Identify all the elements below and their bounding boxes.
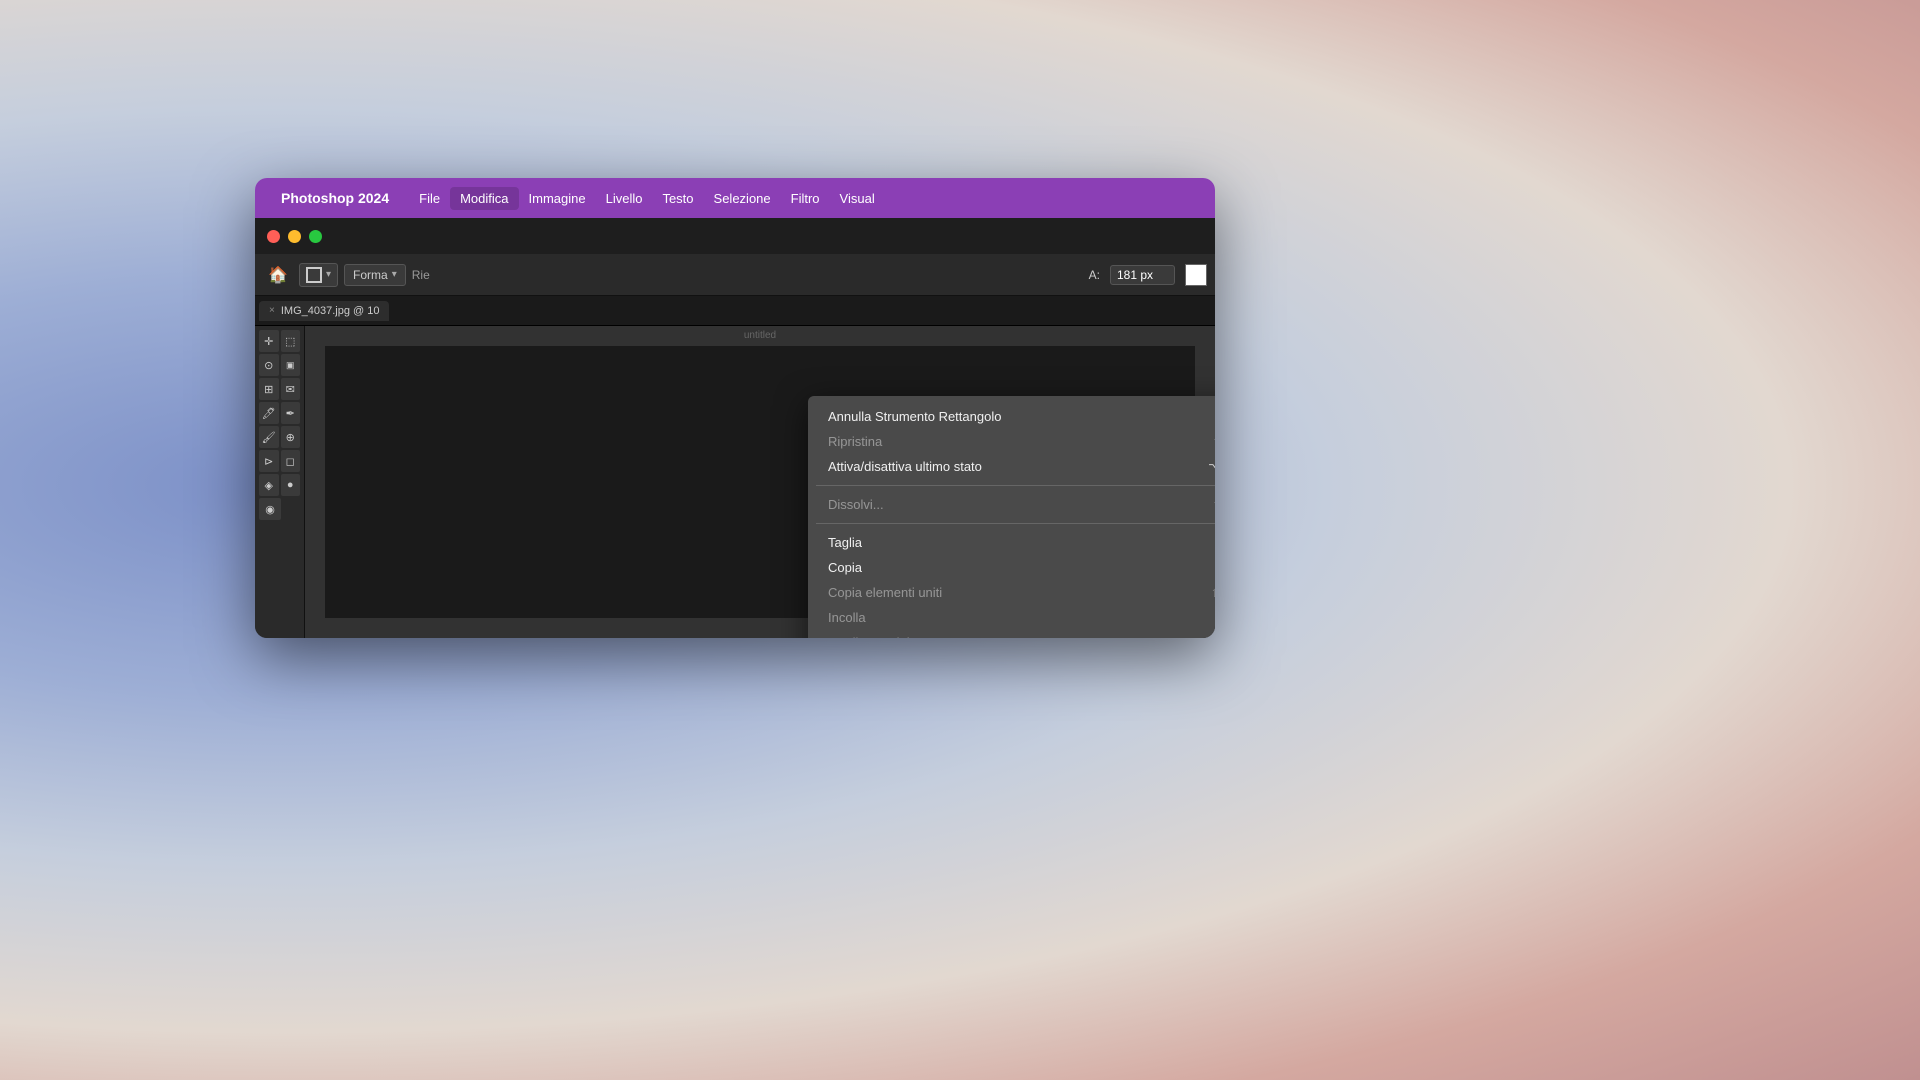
toolbar: 🏠 ▾ Forma ▾ Rie A: 181 px (255, 254, 1215, 296)
forma-dropdown[interactable]: Forma ▾ (344, 264, 406, 286)
copia-label: Copia (828, 560, 862, 575)
move-tool[interactable]: ✛ (259, 330, 279, 352)
riem-label: Rie (412, 268, 430, 282)
tab-label: IMG_4037.jpg @ 10 (281, 305, 380, 317)
a-value-input[interactable]: 181 px (1110, 265, 1175, 285)
heal-tool[interactable]: ✒ (281, 402, 301, 424)
modifica-dropdown: Annulla Strumento Rettangolo ⌘ Z Riprist… (808, 396, 1215, 638)
tool-row-8: ◉ (259, 498, 300, 520)
incolla-speciale-label: Incolla speciale (828, 635, 917, 638)
shape-rect-icon (306, 267, 322, 283)
menu-section-2: Dissolvi... ⇧ ⌘ F (808, 490, 1215, 519)
minimize-button[interactable] (288, 230, 301, 243)
menu-file[interactable]: File (409, 187, 450, 210)
lasso-tool[interactable]: ⊙ (259, 354, 279, 376)
menu-ripristina: Ripristina ⇧ ⌘ Z (812, 429, 1215, 454)
fullscreen-button[interactable] (309, 230, 322, 243)
incolla-label: Incolla (828, 610, 866, 625)
window-controls-row (255, 218, 1215, 254)
history-brush-tool[interactable]: ⊳ (259, 450, 279, 472)
menu-copia[interactable]: Copia ⌘ C (812, 555, 1215, 580)
color-picker[interactable] (1185, 264, 1207, 286)
crop-tool[interactable]: ⊞ (259, 378, 279, 400)
tab-img4037[interactable]: × IMG_4037.jpg @ 10 (259, 301, 389, 321)
ripristina-shortcut: ⇧ ⌘ Z (1212, 435, 1215, 449)
menu-filtro[interactable]: Filtro (781, 187, 830, 210)
app-title: Photoshop 2024 (281, 190, 389, 206)
menu-immagine[interactable]: Immagine (519, 187, 596, 210)
menu-livello[interactable]: Livello (596, 187, 653, 210)
eraser-tool[interactable]: ◻ (281, 450, 301, 472)
taglia-label: Taglia (828, 535, 862, 550)
menu-section-3: Taglia ⌘ X Copia ⌘ C Copia elementi unit… (808, 528, 1215, 638)
tool-row-6: ⊳ ◻ (259, 450, 300, 472)
menu-attiva[interactable]: Attiva/disattiva ultimo stato ⌥ ⌘ Z (812, 454, 1215, 479)
tab-close-icon[interactable]: × (269, 305, 275, 316)
menu-incolla: Incolla ⌘ V (812, 605, 1215, 630)
annulla-label: Annulla Strumento Rettangolo (828, 409, 1001, 424)
menu-testo[interactable]: Testo (652, 187, 703, 210)
shape-selector[interactable]: ▾ (299, 263, 338, 287)
canvas-label: untitled (744, 330, 776, 341)
menu-section-1: Annulla Strumento Rettangolo ⌘ Z Riprist… (808, 402, 1215, 481)
menu-selezione[interactable]: Selezione (704, 187, 781, 210)
tool-row-1: ✛ ⬚ (259, 330, 300, 352)
fill-tool[interactable]: ◈ (259, 474, 279, 496)
dissolvi-shortcut: ⇧ ⌘ F (1212, 498, 1215, 512)
menu-incolla-speciale: Incolla speciale › (812, 630, 1215, 638)
app-window: Photoshop 2024 File Modifica Immagine Li… (255, 178, 1215, 638)
menu-copia-uniti: Copia elementi uniti ⇧ ⌘ C (812, 580, 1215, 605)
brush-tool[interactable]: 🖌 (259, 426, 279, 448)
dropper-tool[interactable]: ● (281, 474, 301, 496)
eyedropper-tool[interactable]: 🖊 (259, 402, 279, 424)
tool-row-7: ◈ ● (259, 474, 300, 496)
titlebar: Photoshop 2024 File Modifica Immagine Li… (255, 178, 1215, 218)
menu-visual[interactable]: Visual (830, 187, 885, 210)
menu-modifica[interactable]: Modifica (450, 187, 518, 210)
ripristina-label: Ripristina (828, 434, 882, 449)
attiva-shortcut: ⌥ ⌘ Z (1208, 460, 1215, 474)
tool-row-5: 🖌 ⊕ (259, 426, 300, 448)
menubar: File Modifica Immagine Livello Testo Sel… (409, 187, 1203, 210)
menu-taglia[interactable]: Taglia ⌘ X (812, 530, 1215, 555)
forma-label: Forma (353, 268, 388, 282)
separator-2 (816, 523, 1215, 524)
shape-dropdown-arrow-icon: ▾ (326, 269, 331, 280)
copia-uniti-shortcut: ⇧ ⌘ C (1211, 586, 1215, 600)
quick-select-tool[interactable]: ▣ (281, 354, 301, 376)
forma-arrow-icon: ▾ (392, 269, 397, 280)
copia-uniti-label: Copia elementi uniti (828, 585, 942, 600)
toolbar-right: A: 181 px (1089, 264, 1207, 286)
home-button[interactable]: 🏠 (263, 261, 293, 289)
close-button[interactable] (267, 230, 280, 243)
menu-dissolvi: Dissolvi... ⇧ ⌘ F (812, 492, 1215, 517)
tool-row-3: ⊞ ✉ (259, 378, 300, 400)
a-label: A: (1089, 268, 1100, 282)
stamp-tool[interactable]: ⊕ (281, 426, 301, 448)
dissolvi-label: Dissolvi... (828, 497, 884, 512)
blur-tool[interactable]: ◉ (259, 498, 281, 520)
attiva-label: Attiva/disattiva ultimo stato (828, 459, 982, 474)
measure-tool[interactable]: ✉ (281, 378, 301, 400)
tab-bar: × IMG_4037.jpg @ 10 (255, 296, 1215, 326)
tool-row-4: 🖊 ✒ (259, 402, 300, 424)
separator-1 (816, 485, 1215, 486)
left-toolbar: ✛ ⬚ ⊙ ▣ ⊞ ✉ 🖊 ✒ 🖌 ⊕ ⊳ ◻ (255, 326, 305, 638)
select-tool[interactable]: ⬚ (281, 330, 301, 352)
tool-row-2: ⊙ ▣ (259, 354, 300, 376)
menu-annulla[interactable]: Annulla Strumento Rettangolo ⌘ Z (812, 404, 1215, 429)
